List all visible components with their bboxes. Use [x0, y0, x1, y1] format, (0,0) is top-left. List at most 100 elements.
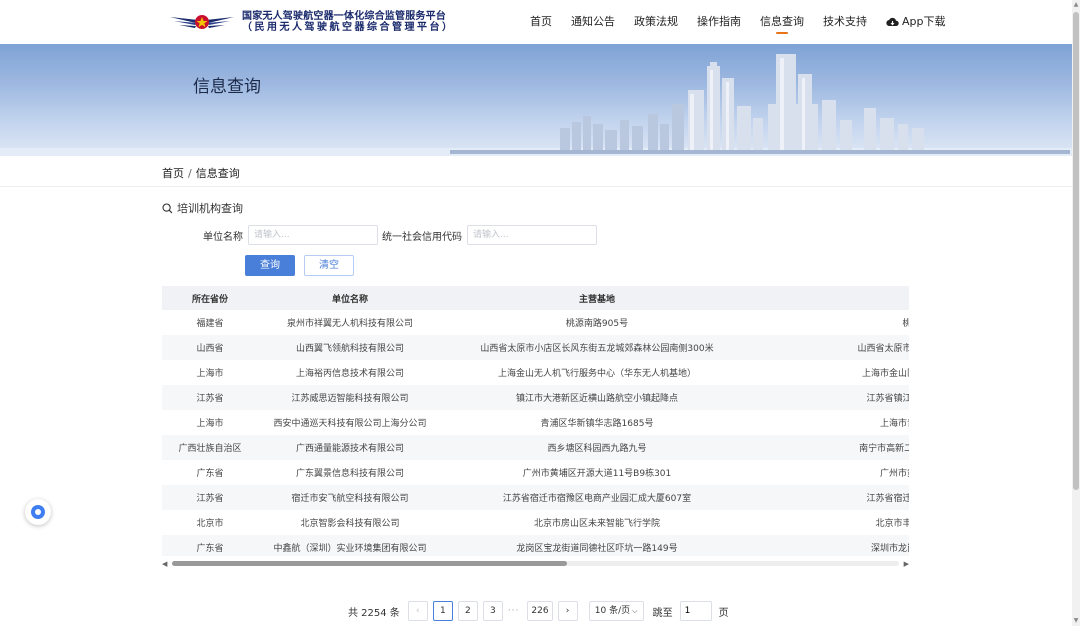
cell-address: 广州市黄埔区 — [879, 469, 909, 479]
table-row[interactable]: 山西省 山西翼飞领航科技有限公司 山西省太原市小店区长风东街五龙城郊森林公园南侧30… — [162, 335, 909, 360]
scroll-left-arrow-icon[interactable]: ◀ — [162, 559, 167, 569]
header-province: 所在省份 — [162, 286, 258, 310]
app-download-label: App下载 — [902, 15, 946, 28]
scroll-up-arrow-icon[interactable]: ▲ — [1072, 1, 1080, 9]
unit-name-label: 单位名称 — [203, 231, 243, 243]
table-row[interactable]: 江苏省江苏威思迈智能科技有限公司镇江市大港新区近横山路航空小镇起降点江苏省镇江市… — [162, 385, 909, 410]
cell-main-base: 山西省太原市小店区长风东街五龙城郊森林公园南侧300米 — [442, 335, 752, 360]
cell-unit-name: 泉州市祥翼无人机科技有限公司 — [286, 319, 413, 329]
chat-bubble-icon — [31, 505, 45, 519]
page-2-button[interactable]: 2 — [457, 601, 478, 621]
nav-tech-support[interactable]: 技术支持 — [823, 0, 867, 44]
cell-unit-name: 江苏威思迈智能科技有限公司 — [258, 385, 442, 410]
cell-unit-name: 宿迁市安飞航空科技有限公司 — [258, 485, 442, 510]
cell-main-base: 青浦区华新镇华志路1685号 — [540, 419, 654, 429]
jump-label: 跳至 — [652, 607, 673, 619]
jump-page-input[interactable] — [679, 601, 712, 621]
table-row[interactable]: 广东省 广东翼景信息科技有限公司 广州市黄埔区开源大道11号B9栋301 广州市黄埔区 — [162, 460, 909, 485]
main-nav: 首页 通知公告 政策法规 操作指南 信息查询 技术支持 App下载 — [530, 0, 965, 44]
nav-home[interactable]: 首页 — [530, 0, 552, 44]
cell-address: 山西省太原市小店区长风 — [752, 335, 909, 360]
cloud-download-icon — [886, 17, 899, 27]
cell-main-base: 北京市房山区未来智能飞行学院 — [533, 519, 660, 529]
logo-title-line2: （民用无人驾驶航空器综合管理平台） — [242, 22, 455, 33]
cell-main-base: 西乡塘区科园西九路九号 — [442, 435, 752, 460]
page-banner: 信息查询 — [0, 44, 1072, 156]
site-logo[interactable]: 国家无人驾驶航空器一体化综合监管服务平台 （民用无人驾驶航空器综合管理平台） — [168, 8, 455, 36]
search-icon — [162, 202, 173, 213]
nav-info-query[interactable]: 信息查询 — [760, 0, 804, 44]
vertical-scrollbar-thumb[interactable] — [1073, 12, 1079, 490]
query-button[interactable]: 查询 — [245, 255, 295, 276]
nav-notices[interactable]: 通知公告 — [571, 0, 615, 44]
table-row[interactable]: 江苏省 宿迁市安飞航空科技有限公司 江苏省宿迁市宿豫区电商产业园汇成大厦607室 江苏… — [162, 485, 909, 510]
cell-unit-name: 广西通量能源技术有限公司 — [258, 435, 442, 460]
table-row[interactable]: 上海市 上海裕丙信息技术有限公司 上海金山无人机飞行服务中心（华东无人机基地） 上海市… — [162, 360, 909, 385]
cell-province: 福建省 — [196, 319, 224, 329]
logo-title-line1: 国家无人驾驶航空器一体化综合监管服务平台 — [242, 11, 446, 22]
next-page-button[interactable]: › — [557, 601, 578, 621]
cell-address: 江苏省宿迁市宿豫区 — [752, 485, 909, 510]
nav-policies[interactable]: 政策法规 — [634, 0, 678, 44]
prev-page-button[interactable]: ‹ — [407, 601, 428, 621]
cell-province: 上海市 — [196, 369, 224, 379]
cell-address: 南宁市高新二路1号广西 — [752, 435, 909, 460]
cell-address: 深圳市龙岗区白灰 — [752, 535, 909, 556]
breadcrumb-current: 信息查询 — [195, 167, 240, 180]
cell-province: 北京市 — [196, 519, 224, 529]
credit-code-row: 统一社会信用代码 — [382, 225, 597, 245]
wings-logo-icon — [170, 15, 234, 29]
page-size-value: 10 条/页 — [594, 606, 631, 616]
cell-province: 广东省 — [196, 469, 224, 479]
floating-chat-button[interactable] — [25, 499, 51, 525]
results-table: 所在省份 单位名称 主营基地 福建省 泉州市祥翼无人机科技有限公司 桃源南路905号… — [162, 286, 909, 556]
page-size-select[interactable]: 10 条/页 ⌵ — [588, 601, 644, 621]
breadcrumb: 首页 / 信息查询 — [162, 165, 240, 181]
pagination: 共 2254 条 ‹ 1 2 3 ··· 226 › 10 条/页⌵ 跳至 页 — [348, 601, 729, 621]
cell-province: 江苏省 — [162, 485, 258, 510]
table-header-row: 所在省份 单位名称 主营基地 — [162, 286, 909, 310]
table-row[interactable]: 福建省 泉州市祥翼无人机科技有限公司 桃源南路905号 桃 — [162, 310, 909, 335]
table-body: 福建省 泉州市祥翼无人机科技有限公司 桃源南路905号 桃山西省 山西翼飞领航科技有限公… — [162, 310, 909, 556]
page-1-button[interactable]: 1 — [432, 601, 453, 621]
header-main-base: 主营基地 — [442, 286, 752, 310]
credit-code-input[interactable] — [467, 225, 597, 245]
page-vertical-scrollbar[interactable]: ▲ ▼ — [1072, 0, 1080, 626]
scrollbar-thumb[interactable] — [172, 561, 567, 566]
scroll-down-arrow-icon[interactable]: ▼ — [1072, 617, 1080, 625]
cell-main-base: 江苏省宿迁市宿豫区电商产业园汇成大厦607室 — [442, 485, 752, 510]
page-3-button[interactable]: 3 — [482, 601, 503, 621]
cell-unit-name: 西安中通巡天科技有限公司上海分公司 — [273, 419, 427, 429]
results-table-container[interactable]: 所在省份 单位名称 主营基地 福建省 泉州市祥翼无人机科技有限公司 桃源南路905号… — [162, 286, 909, 556]
scroll-right-arrow-icon[interactable]: ▶ — [904, 559, 909, 569]
cell-main-base: 桃源南路905号 — [565, 319, 629, 329]
cell-unit-name: 上海裕丙信息技术有限公司 — [295, 369, 404, 379]
credit-code-label: 统一社会信用代码 — [382, 231, 462, 243]
last-page-button[interactable]: 226 — [527, 601, 553, 621]
site-header: 国家无人驾驶航空器一体化综合监管服务平台 （民用无人驾驶航空器综合管理平台） 首… — [0, 0, 1072, 44]
cell-unit-name: 广东翼景信息科技有限公司 — [295, 469, 404, 479]
cell-unit-name: 北京智影会科技有限公司 — [300, 519, 400, 529]
table-horizontal-scrollbar[interactable]: ◀ ▶ — [162, 558, 909, 570]
page-ellipsis[interactable]: ··· — [508, 606, 520, 616]
header-address — [752, 286, 909, 310]
table-row[interactable]: 广东省 中鑫航（深圳）实业环境集团有限公司 龙岗区宝龙街道同德社区吓坑一路149号深… — [162, 535, 909, 556]
nav-app-download[interactable]: App下载 — [886, 0, 946, 44]
unit-name-input[interactable] — [248, 225, 378, 245]
cell-province: 江苏省 — [162, 385, 258, 410]
section-title-text: 培训机构查询 — [177, 202, 243, 215]
nav-guide[interactable]: 操作指南 — [697, 0, 741, 44]
cell-address: 桃 — [902, 319, 909, 329]
city-skyline-illustration — [0, 54, 1072, 156]
chevron-down-icon: ⌵ — [632, 607, 638, 615]
cell-address: 上海市金山区亭卫公路 — [861, 369, 909, 379]
cell-main-base: 龙岗区宝龙街道同德社区吓坑一路149号 — [442, 535, 752, 556]
table-row[interactable]: 北京市 北京智影会科技有限公司 北京市房山区未来智能飞行学院 北京市丰台区汉 — [162, 510, 909, 535]
table-row[interactable]: 广西壮族自治区广西通量能源技术有限公司西乡塘区科园西九路九号南宁市高新二路1号广… — [162, 435, 909, 460]
clear-button[interactable]: 清空 — [304, 255, 354, 276]
cell-main-base: 广州市黄埔区开源大道11号B9栋301 — [522, 469, 672, 479]
cell-address: 江苏省镇江市京口区 — [752, 385, 909, 410]
breadcrumb-home[interactable]: 首页 — [162, 167, 184, 180]
table-row[interactable]: 上海市 西安中通巡天科技有限公司上海分公司 青浦区华新镇华志路1685号 上海市青浦区 — [162, 410, 909, 435]
page-unit-label: 页 — [718, 607, 729, 619]
